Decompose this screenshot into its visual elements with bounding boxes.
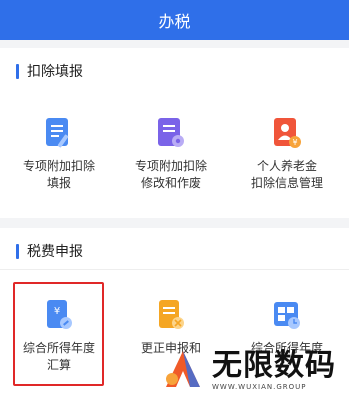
section-title-text: 扣除填报 <box>27 64 83 80</box>
special-deduction-fill-button[interactable]: 专项附加扣除 填报 <box>4 116 114 192</box>
item-label-line2: 扣除信息管理 <box>250 176 323 190</box>
item-label-line2: 填报 <box>46 176 71 190</box>
section-title-text: 税费申报 <box>27 244 83 260</box>
section-divider <box>0 269 349 270</box>
page-title: 办税 <box>158 12 191 31</box>
watermark-url: WWW.WUXIAN.GROUP <box>212 383 307 391</box>
watermark: 无限数码 WWW.WUXIAN.GROUP <box>160 340 345 400</box>
calendar-report-icon <box>272 298 302 332</box>
section-accent-bar <box>16 63 19 79</box>
header-bar: 办税 <box>0 0 349 40</box>
section-title: 扣除填报 <box>16 62 83 80</box>
highlight-box <box>13 282 104 386</box>
item-label-line2: 修改和作废 <box>140 176 201 190</box>
watermark-logo-icon <box>160 347 206 393</box>
deduction-section: 扣除填报 专项附加扣除 填报 专项附加扣除 修改和作废 ¥ 个人养老金 扣除信息… <box>0 48 349 218</box>
special-deduction-modify-button[interactable]: 专项附加扣除 修改和作废 <box>116 116 226 192</box>
form-settings-icon <box>156 116 186 150</box>
correction-icon <box>156 298 186 332</box>
svg-text:¥: ¥ <box>292 138 297 147</box>
item-label-line1: 专项附加扣除 <box>134 159 207 173</box>
item-label-line1: 专项附加扣除 <box>22 159 95 173</box>
section-title: 税费申报 <box>16 242 83 260</box>
item-label-line1: 个人养老金 <box>256 159 317 173</box>
personal-pension-button[interactable]: ¥ 个人养老金 扣除信息管理 <box>232 116 342 192</box>
watermark-name: 无限数码 <box>212 348 336 383</box>
section-accent-bar <box>16 243 19 259</box>
form-edit-icon <box>44 116 74 150</box>
pension-icon: ¥ <box>272 116 302 150</box>
